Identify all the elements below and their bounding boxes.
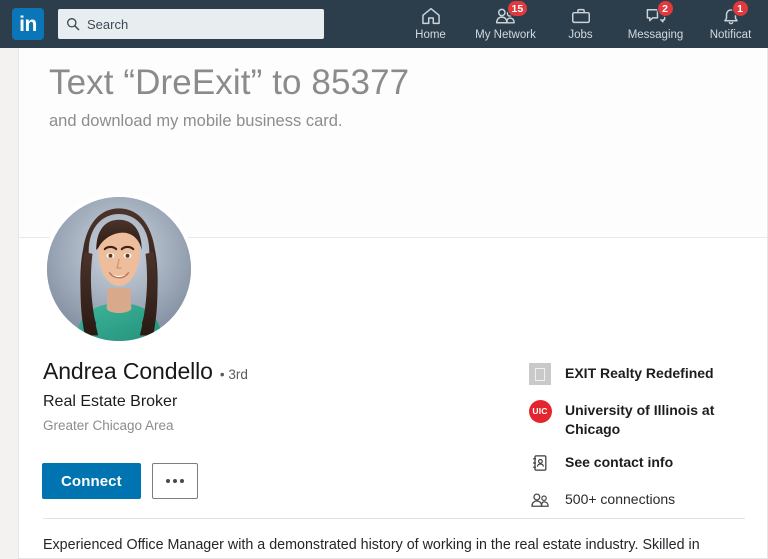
profile-card: Text “DreExit” to 85377 and download my … xyxy=(18,48,768,559)
avatar[interactable] xyxy=(43,193,195,345)
connections-icon xyxy=(527,487,553,513)
name-row: Andrea Condello • 3rd xyxy=(43,358,513,385)
message-icon: 2 xyxy=(644,0,674,27)
more-options-button[interactable] xyxy=(151,463,198,499)
section-divider xyxy=(43,518,745,519)
badge-notifications: 1 xyxy=(731,0,749,17)
nav-items: Home 15 My Network Jobs 2 Messaging 1 No… xyxy=(393,0,768,48)
company-logo-icon xyxy=(527,361,553,387)
briefcase-icon xyxy=(569,4,593,27)
badge-my-network: 15 xyxy=(506,0,529,17)
nav-item-home[interactable]: Home xyxy=(393,4,468,42)
profile-summary: Experienced Office Manager with a demons… xyxy=(43,537,700,553)
info-row-company[interactable]: EXIT Realty Redefined xyxy=(527,361,767,387)
identity-block: Andrea Condello • 3rd Real Estate Broker… xyxy=(43,358,513,433)
nav-item-jobs[interactable]: Jobs xyxy=(543,4,618,42)
school-name: University of Illinois at Chicago xyxy=(565,402,715,437)
home-icon xyxy=(419,4,443,27)
linkedin-logo[interactable]: in xyxy=(12,8,44,40)
search-icon xyxy=(67,18,80,31)
bell-icon: 1 xyxy=(719,0,749,27)
profile-headline: Real Estate Broker xyxy=(43,393,178,410)
dot-3 xyxy=(179,479,184,483)
connection-degree: • 3rd xyxy=(219,367,248,382)
nav-label-jobs: Jobs xyxy=(568,29,593,41)
info-row-contact[interactable]: See contact info xyxy=(527,450,767,476)
uic-logo-icon: UIC xyxy=(527,398,553,424)
search-input[interactable]: Search xyxy=(58,9,324,39)
people-icon: 15 xyxy=(494,0,529,27)
profile-actions: Connect xyxy=(42,463,198,499)
badge-messaging: 2 xyxy=(656,0,674,17)
top-navbar: in Search Home 15 My Network Jobs 2 Mess… xyxy=(0,0,768,48)
nav-item-messaging[interactable]: 2 Messaging xyxy=(618,0,693,42)
banner-title: Text “DreExit” to 85377 xyxy=(49,63,410,102)
info-row-school[interactable]: UIC University of Illinois at Chicago xyxy=(527,398,767,439)
info-row-connections[interactable]: 500+ connections xyxy=(527,487,767,513)
nav-item-my-network[interactable]: 15 My Network xyxy=(468,0,543,42)
dot-1 xyxy=(165,479,170,483)
dot-2 xyxy=(172,479,177,483)
profile-location: Greater Chicago Area xyxy=(43,418,174,433)
nav-label-home: Home xyxy=(415,29,446,41)
page-body: Text “DreExit” to 85377 and download my … xyxy=(0,48,768,559)
company-name: EXIT Realty Redefined xyxy=(565,365,714,381)
nav-item-notifications[interactable]: 1 Notificat xyxy=(693,0,768,42)
page-title: Andrea Condello xyxy=(43,358,213,384)
banner-subtitle: and download my mobile business card. xyxy=(49,112,343,130)
see-contact-info-link[interactable]: See contact info xyxy=(565,450,673,472)
avatar-photo xyxy=(47,197,191,341)
nav-label-messaging: Messaging xyxy=(627,29,684,41)
profile-info-list: EXIT Realty Redefined UIC University of … xyxy=(527,361,767,524)
contact-card-icon xyxy=(527,450,553,476)
nav-label-notifications: Notificat xyxy=(709,29,752,41)
search-placeholder: Search xyxy=(87,16,129,32)
connect-button[interactable]: Connect xyxy=(42,463,141,499)
nav-label-my-network: My Network xyxy=(475,29,536,41)
connections-count[interactable]: 500+ connections xyxy=(565,487,675,509)
